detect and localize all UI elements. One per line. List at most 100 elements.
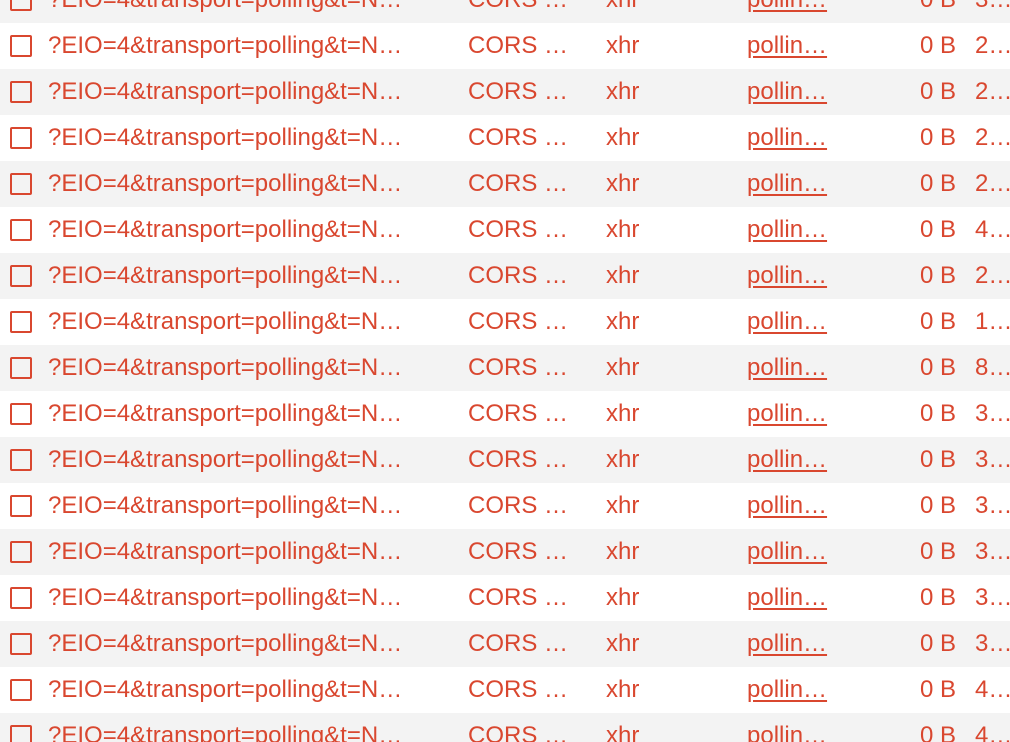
request-status: CORS …: [468, 722, 569, 742]
table-row[interactable]: ?EIO=4&transport=polling&t=N…CORS …xhrpo…: [0, 529, 1010, 575]
request-time: 4…: [975, 216, 1010, 243]
table-row[interactable]: ?EIO=4&transport=polling&t=N…CORS …xhrpo…: [0, 23, 1010, 69]
request-size: 0 B: [919, 400, 956, 427]
request-initiator-link[interactable]: pollin…: [747, 23, 841, 69]
request-initiator-link[interactable]: pollin…: [747, 161, 841, 207]
request-initiator-link[interactable]: pollin…: [747, 345, 841, 391]
request-checkbox[interactable]: [10, 311, 32, 333]
request-initiator-link[interactable]: pollin…: [747, 207, 841, 253]
request-size: 0 B: [919, 124, 956, 151]
request-name[interactable]: ?EIO=4&transport=polling&t=N…: [48, 713, 444, 742]
request-initiator-link[interactable]: pollin…: [747, 115, 841, 161]
request-initiator-link[interactable]: pollin…: [747, 575, 841, 621]
request-name[interactable]: ?EIO=4&transport=polling&t=N…: [48, 621, 444, 667]
request-size: 0 B: [919, 722, 956, 742]
request-type: xhr: [606, 676, 640, 703]
request-checkbox[interactable]: [10, 81, 32, 103]
request-type: xhr: [606, 492, 640, 519]
table-row[interactable]: ?EIO=4&transport=polling&t=N…CORS …xhrpo…: [0, 253, 1010, 299]
request-checkbox[interactable]: [10, 0, 32, 11]
request-time: 3…: [975, 400, 1010, 427]
request-size: 0 B: [919, 538, 956, 565]
request-type: xhr: [606, 446, 640, 473]
request-initiator-link[interactable]: pollin…: [747, 437, 841, 483]
table-row[interactable]: ?EIO=4&transport=polling&t=N…CORS …xhrpo…: [0, 621, 1010, 667]
request-rows: ?EIO=4&transport=polling&t=N… CORS … xhr po…: [0, 0, 1010, 742]
request-initiator-link[interactable]: pollin…: [747, 667, 841, 713]
request-name[interactable]: ?EIO=4&transport=polling&t=N…: [48, 207, 444, 253]
table-row[interactable]: ?EIO=4&transport=polling&t=N…CORS …xhrpo…: [0, 69, 1010, 115]
request-size: 0 B: [919, 630, 956, 657]
request-name[interactable]: ?EIO=4&transport=polling&t=N…: [48, 161, 444, 207]
request-initiator-link[interactable]: pollin…: [747, 253, 841, 299]
request-checkbox[interactable]: [10, 265, 32, 287]
request-checkbox[interactable]: [10, 633, 32, 655]
request-checkbox[interactable]: [10, 587, 32, 609]
request-name[interactable]: ?EIO=4&transport=polling&t=N…: [48, 345, 444, 391]
request-checkbox[interactable]: [10, 541, 32, 563]
request-checkbox[interactable]: [10, 403, 32, 425]
request-size: 0 B: [919, 32, 956, 59]
request-checkbox[interactable]: [10, 495, 32, 517]
table-row[interactable]: ?EIO=4&transport=polling&t=N…CORS …xhrpo…: [0, 207, 1010, 253]
request-time: 3…: [975, 0, 1010, 23]
table-row[interactable]: ?EIO=4&transport=polling&t=N…CORS …xhrpo…: [0, 483, 1010, 529]
request-checkbox[interactable]: [10, 127, 32, 149]
table-row[interactable]: ?EIO=4&transport=polling&t=N… CORS … xhrpo…: [0, 0, 1010, 23]
request-initiator-link[interactable]: pollin…: [747, 69, 841, 115]
table-row[interactable]: ?EIO=4&transport=polling&t=N…CORS …xhrpo…: [0, 437, 1010, 483]
request-name[interactable]: ?EIO=4&transport=polling&t=N…: [48, 575, 444, 621]
request-checkbox[interactable]: [10, 725, 32, 742]
request-initiator-link[interactable]: pollin…: [747, 529, 841, 575]
request-checkbox[interactable]: [10, 173, 32, 195]
request-name[interactable]: ?EIO=4&transport=polling&t=N…: [48, 483, 444, 529]
request-checkbox[interactable]: [10, 357, 32, 379]
request-checkbox[interactable]: [10, 219, 32, 241]
request-size: 0 B: [856, 0, 956, 23]
request-type: xhr: [606, 216, 640, 243]
request-size: 0 B: [919, 262, 956, 289]
table-row[interactable]: ?EIO=4&transport=polling&t=N…CORS …xhrpo…: [0, 575, 1010, 621]
request-time: 4…: [975, 722, 1010, 742]
request-time: 1…: [975, 308, 1010, 335]
table-row[interactable]: ?EIO=4&transport=polling&t=N…CORS …xhrpo…: [0, 391, 1010, 437]
request-checkbox[interactable]: [10, 35, 32, 57]
request-name[interactable]: ?EIO=4&transport=polling&t=N…: [48, 299, 444, 345]
table-row[interactable]: ?EIO=4&transport=polling&t=N…CORS …xhrpo…: [0, 713, 1010, 742]
network-request-table: ?EIO=4&transport=polling&t=N… CORS … xhr po…: [0, 0, 1010, 742]
request-name[interactable]: ?EIO=4&transport=polling&t=N…: [48, 69, 444, 115]
request-size: 0 B: [919, 446, 956, 473]
request-name[interactable]: ?EIO=4&transport=polling&t=N…: [48, 0, 444, 23]
table-row[interactable]: ?EIO=4&transport=polling&t=N…CORS …xhrpo…: [0, 115, 1010, 161]
request-name[interactable]: ?EIO=4&transport=polling&t=N…: [48, 437, 444, 483]
request-name[interactable]: ?EIO=4&transport=polling&t=N…: [48, 115, 444, 161]
table-row[interactable]: ?EIO=4&transport=polling&t=N…CORS …xhrpo…: [0, 345, 1010, 391]
request-type: xhr: [606, 0, 726, 23]
request-initiator-link[interactable]: pollin…: [747, 0, 841, 23]
request-time: 3…: [975, 630, 1010, 657]
request-name[interactable]: ?EIO=4&transport=polling&t=N…: [48, 391, 444, 437]
request-name[interactable]: ?EIO=4&transport=polling&t=N…: [48, 23, 444, 69]
request-time: 8…: [975, 354, 1010, 381]
request-time: 4…: [975, 676, 1010, 703]
request-name[interactable]: ?EIO=4&transport=polling&t=N…: [48, 667, 444, 713]
request-initiator-link[interactable]: pollin…: [747, 391, 841, 437]
table-row[interactable]: ?EIO=4&transport=polling&t=N…CORS …xhrpo…: [0, 667, 1010, 713]
request-status: CORS …: [468, 0, 580, 23]
request-size: 0 B: [919, 584, 956, 611]
request-initiator-link[interactable]: pollin…: [747, 713, 841, 742]
request-name[interactable]: ?EIO=4&transport=polling&t=N…: [48, 529, 444, 575]
request-time: 2…: [975, 262, 1010, 289]
request-initiator-link[interactable]: pollin…: [747, 621, 841, 667]
request-time: 3…: [975, 492, 1010, 519]
request-initiator-link[interactable]: pollin…: [747, 299, 841, 345]
table-row[interactable]: ?EIO=4&transport=polling&t=N…CORS …xhrpo…: [0, 161, 1010, 207]
request-size: 0 B: [919, 216, 956, 243]
request-initiator-link[interactable]: pollin…: [747, 483, 841, 529]
request-status: CORS …: [468, 262, 569, 289]
table-row[interactable]: ?EIO=4&transport=polling&t=N…CORS …xhrpo…: [0, 299, 1010, 345]
request-type: xhr: [606, 538, 640, 565]
request-checkbox[interactable]: [10, 679, 32, 701]
request-name[interactable]: ?EIO=4&transport=polling&t=N…: [48, 253, 444, 299]
request-checkbox[interactable]: [10, 449, 32, 471]
